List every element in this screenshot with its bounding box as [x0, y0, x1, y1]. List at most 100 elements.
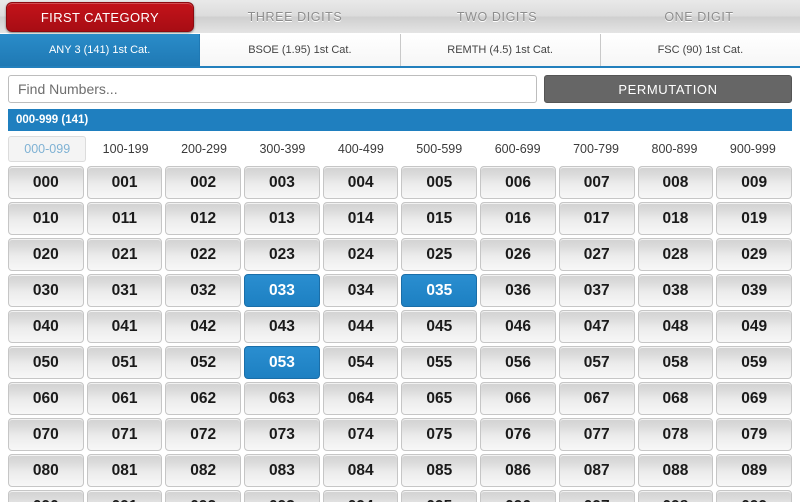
- range-item-900-999[interactable]: 900-999: [714, 136, 792, 162]
- number-cell[interactable]: 050: [8, 346, 84, 379]
- number-cell[interactable]: 094: [322, 490, 399, 502]
- number-cell[interactable]: 044: [322, 310, 399, 343]
- number-cell[interactable]: 024: [322, 238, 399, 271]
- number-cell[interactable]: 088: [637, 454, 714, 487]
- range-item-800-899[interactable]: 800-899: [635, 136, 713, 162]
- number-cell[interactable]: 093: [244, 490, 320, 502]
- range-item-100-199[interactable]: 100-199: [86, 136, 164, 162]
- number-cell[interactable]: 018: [637, 202, 714, 235]
- range-item-200-299[interactable]: 200-299: [165, 136, 243, 162]
- number-cell[interactable]: 034: [322, 274, 399, 307]
- range-item-400-499[interactable]: 400-499: [322, 136, 400, 162]
- number-cell[interactable]: 064: [322, 382, 399, 415]
- number-cell[interactable]: 046: [480, 310, 556, 343]
- number-cell[interactable]: 039: [716, 274, 792, 307]
- number-cell[interactable]: 026: [480, 238, 556, 271]
- range-item-600-699[interactable]: 600-699: [478, 136, 556, 162]
- number-cell[interactable]: 004: [322, 166, 399, 199]
- number-cell[interactable]: 003: [244, 166, 320, 199]
- permutation-button[interactable]: PERMUTATION: [544, 75, 792, 103]
- number-cell[interactable]: 008: [637, 166, 714, 199]
- number-cell[interactable]: 016: [480, 202, 556, 235]
- number-cell[interactable]: 098: [637, 490, 714, 502]
- number-cell[interactable]: 086: [480, 454, 556, 487]
- number-cell[interactable]: 071: [86, 418, 163, 451]
- number-cell[interactable]: 035: [401, 274, 478, 307]
- number-cell[interactable]: 051: [86, 346, 163, 379]
- range-item-300-399[interactable]: 300-399: [243, 136, 321, 162]
- number-cell[interactable]: 061: [86, 382, 163, 415]
- number-cell[interactable]: 029: [716, 238, 792, 271]
- number-cell[interactable]: 010: [8, 202, 84, 235]
- number-cell[interactable]: 000: [8, 166, 84, 199]
- number-cell[interactable]: 056: [480, 346, 556, 379]
- sub-tab-3[interactable]: FSC (90) 1st Cat.: [600, 34, 800, 66]
- number-cell[interactable]: 068: [637, 382, 714, 415]
- search-input[interactable]: [8, 75, 537, 103]
- number-cell[interactable]: 053: [244, 346, 320, 379]
- number-cell[interactable]: 002: [165, 166, 242, 199]
- number-cell[interactable]: 001: [86, 166, 163, 199]
- number-cell[interactable]: 097: [558, 490, 635, 502]
- number-cell[interactable]: 005: [401, 166, 478, 199]
- number-cell[interactable]: 079: [716, 418, 792, 451]
- number-cell[interactable]: 065: [401, 382, 478, 415]
- number-cell[interactable]: 021: [86, 238, 163, 271]
- number-cell[interactable]: 099: [716, 490, 792, 502]
- number-cell[interactable]: 062: [165, 382, 242, 415]
- number-cell[interactable]: 085: [401, 454, 478, 487]
- category-tab-one-digit[interactable]: ONE DIGIT: [598, 0, 800, 33]
- number-cell[interactable]: 033: [244, 274, 320, 307]
- number-cell[interactable]: 089: [716, 454, 792, 487]
- range-item-500-599[interactable]: 500-599: [400, 136, 478, 162]
- number-cell[interactable]: 025: [401, 238, 478, 271]
- number-cell[interactable]: 045: [401, 310, 478, 343]
- number-cell[interactable]: 013: [244, 202, 320, 235]
- number-cell[interactable]: 058: [637, 346, 714, 379]
- number-cell[interactable]: 076: [480, 418, 556, 451]
- number-cell[interactable]: 049: [716, 310, 792, 343]
- number-cell[interactable]: 030: [8, 274, 84, 307]
- number-cell[interactable]: 090: [8, 490, 84, 502]
- number-cell[interactable]: 017: [558, 202, 635, 235]
- number-cell[interactable]: 019: [716, 202, 792, 235]
- category-tab-first-category[interactable]: FIRST CATEGORY: [6, 2, 194, 32]
- number-cell[interactable]: 014: [322, 202, 399, 235]
- number-cell[interactable]: 043: [244, 310, 320, 343]
- number-cell[interactable]: 073: [244, 418, 320, 451]
- number-cell[interactable]: 080: [8, 454, 84, 487]
- number-cell[interactable]: 081: [86, 454, 163, 487]
- sub-tab-1[interactable]: BSOE (1.95) 1st Cat.: [200, 34, 401, 66]
- category-tab-two-digits[interactable]: TWO DIGITS: [396, 0, 598, 33]
- number-cell[interactable]: 084: [322, 454, 399, 487]
- number-cell[interactable]: 052: [165, 346, 242, 379]
- number-cell[interactable]: 070: [8, 418, 84, 451]
- number-cell[interactable]: 072: [165, 418, 242, 451]
- number-cell[interactable]: 092: [165, 490, 242, 502]
- number-cell[interactable]: 063: [244, 382, 320, 415]
- number-cell[interactable]: 015: [401, 202, 478, 235]
- number-cell[interactable]: 078: [637, 418, 714, 451]
- number-cell[interactable]: 066: [480, 382, 556, 415]
- number-cell[interactable]: 055: [401, 346, 478, 379]
- number-cell[interactable]: 036: [480, 274, 556, 307]
- number-cell[interactable]: 096: [480, 490, 556, 502]
- number-cell[interactable]: 054: [322, 346, 399, 379]
- number-cell[interactable]: 069: [716, 382, 792, 415]
- number-cell[interactable]: 082: [165, 454, 242, 487]
- sub-tab-2[interactable]: REMTH (4.5) 1st Cat.: [400, 34, 601, 66]
- number-cell[interactable]: 040: [8, 310, 84, 343]
- number-cell[interactable]: 028: [637, 238, 714, 271]
- number-cell[interactable]: 027: [558, 238, 635, 271]
- number-cell[interactable]: 032: [165, 274, 242, 307]
- number-cell[interactable]: 047: [558, 310, 635, 343]
- number-cell[interactable]: 077: [558, 418, 635, 451]
- number-cell[interactable]: 091: [86, 490, 163, 502]
- number-cell[interactable]: 038: [637, 274, 714, 307]
- number-cell[interactable]: 023: [244, 238, 320, 271]
- number-cell[interactable]: 074: [322, 418, 399, 451]
- number-cell[interactable]: 087: [558, 454, 635, 487]
- number-cell[interactable]: 041: [86, 310, 163, 343]
- number-cell[interactable]: 020: [8, 238, 84, 271]
- number-cell[interactable]: 057: [558, 346, 635, 379]
